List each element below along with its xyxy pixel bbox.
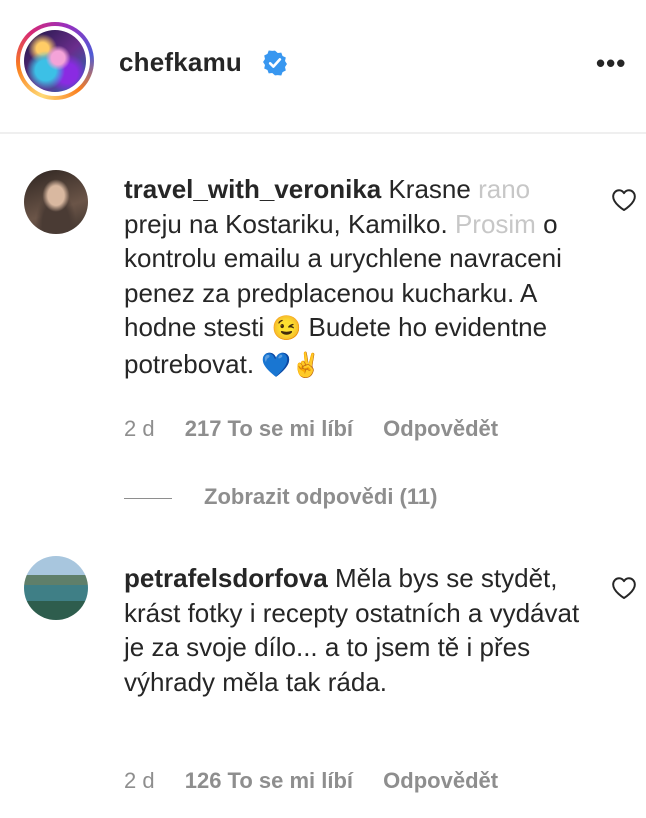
post-header: chefkamu ••• [0,0,646,134]
comment-likes[interactable]: 217 To se mi líbí [185,416,353,442]
comment-likes[interactable]: 126 To se mi líbí [185,768,353,794]
commenter-avatar[interactable] [24,556,88,620]
verified-badge-icon [263,50,287,76]
comment-username[interactable]: petrafelsdorfova [124,563,328,593]
heart-outline-icon[interactable] [611,576,637,600]
comment-time: 2 d [124,768,155,793]
author-avatar[interactable] [16,22,94,100]
more-options-button[interactable]: ••• [596,48,626,79]
heart-victory-emoji: 💙✌️ [261,351,322,379]
heart-outline-icon[interactable] [611,188,637,212]
reply-button[interactable]: Odpovědět [383,768,498,794]
author-avatar-image [24,30,86,92]
author-username[interactable]: chefkamu [119,47,242,78]
comment-text: petrafelsdorfova Měla bys se stydět, krá… [124,563,580,697]
comment-time: 2 d [124,416,155,441]
comment-username[interactable]: travel_with_veronika [124,174,381,204]
comment-meta: 2 d 217 To se mi líbí Odpovědět [124,416,498,442]
comment-text: travel_with_veronika Krasne rano preju n… [124,174,562,379]
commenter-avatar[interactable] [24,170,88,234]
replies-divider [124,497,172,499]
reply-button[interactable]: Odpovědět [383,416,498,442]
winking-face-emoji: 😉 [271,315,302,342]
view-replies-button[interactable]: Zobrazit odpovědi (11) [124,484,437,510]
comment-meta: 2 d 126 To se mi líbí Odpovědět [124,768,498,794]
